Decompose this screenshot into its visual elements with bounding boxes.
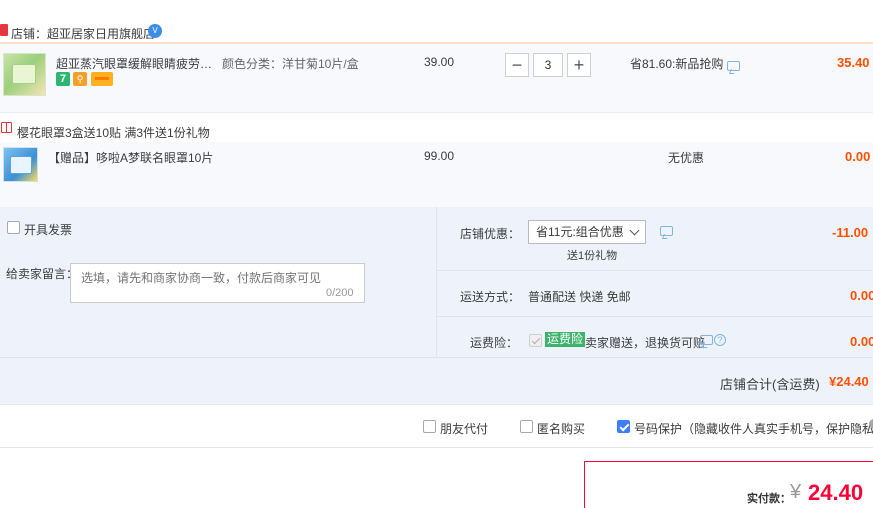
- gift-icon: [1, 122, 12, 133]
- currency-symbol: ¥: [790, 481, 802, 503]
- row-divider: [0, 112, 873, 113]
- insurance-label: 运费险：: [470, 336, 519, 350]
- store-icon: [0, 24, 8, 36]
- number-protect-checkbox[interactable]: [617, 420, 630, 433]
- insurance-desc: 卖家赠送，退换货可赔: [585, 336, 706, 350]
- invoice-label[interactable]: 开具发票: [24, 221, 72, 238]
- friend-pay-label[interactable]: 朋友代付: [440, 420, 488, 437]
- store-header: 店铺：超亚居家日用旗舰店: [11, 25, 155, 42]
- gift-promo-text: 樱花眼罩3盒送10贴 满3件送1份礼物: [17, 126, 210, 140]
- store-discount-label: 店铺优惠：: [460, 227, 521, 241]
- discount-info-icon[interactable]: [660, 226, 673, 236]
- chevron-down-icon: [629, 225, 640, 236]
- insurance-checkbox: [529, 334, 542, 347]
- discount-gift-text: 送1份礼物: [567, 250, 618, 262]
- row-divider: [437, 270, 873, 271]
- item-subtotal: 35.40: [837, 55, 870, 70]
- shield-icon: ⚲: [73, 72, 87, 86]
- message-label: 给卖家留言：: [6, 267, 79, 281]
- store-discount-select[interactable]: 省11元:组合优惠: [528, 220, 646, 244]
- gift-promotion: 无优惠: [668, 151, 705, 165]
- number-protect-label[interactable]: 号码保护（隐藏收件人真实手机号，保护隐私）: [634, 420, 873, 437]
- help-icon[interactable]: ?: [714, 334, 726, 346]
- quantity-input[interactable]: [533, 53, 563, 77]
- row-divider: [0, 357, 873, 358]
- shipping-method: 普通配送 快递 免邮: [528, 290, 631, 304]
- store-discount-selected: 省11元:组合优惠: [536, 225, 624, 239]
- quantity-decrease-button[interactable]: −: [505, 53, 529, 77]
- gift-thumbnail[interactable]: [3, 147, 38, 182]
- section-divider: [0, 447, 873, 448]
- promo-info-icon[interactable]: [727, 61, 740, 71]
- payment-label: 实付款：: [747, 493, 791, 505]
- insurance-tag: 运费险: [545, 332, 586, 347]
- gift-subtotal: 0.00: [845, 149, 871, 164]
- credit-card-icon: [91, 72, 113, 86]
- invoice-checkbox[interactable]: [7, 221, 20, 234]
- product-title[interactable]: 超亚蒸汽眼罩缓解眼睛疲劳热敷...: [56, 55, 218, 72]
- store-vip-badge-icon: V: [148, 24, 162, 38]
- store-total-label: 店铺合计(含运费): [720, 377, 820, 392]
- message-char-count: 0/200: [326, 287, 354, 299]
- gift-title[interactable]: 【赠品】哆啦A梦联名眼罩10片: [48, 149, 213, 166]
- message-input[interactable]: [70, 263, 365, 303]
- product-thumbnail[interactable]: [3, 53, 46, 96]
- section-divider: [0, 404, 873, 405]
- info-icon[interactable]: [869, 419, 873, 429]
- shipping-amount: 0.00: [850, 288, 873, 303]
- store-total-amount: ¥24.40: [829, 374, 869, 389]
- friend-pay-checkbox[interactable]: [423, 420, 436, 433]
- gift-unit-price: 99.00: [424, 149, 455, 163]
- store-name[interactable]: 超亚居家日用旗舰店: [47, 27, 155, 41]
- insurance-info-icon[interactable]: [700, 335, 713, 345]
- payment-amount: 24.40: [808, 480, 864, 505]
- store-label: 店铺：: [11, 27, 48, 41]
- anonymous-label[interactable]: 匿名购买: [537, 420, 585, 437]
- anonymous-checkbox[interactable]: [520, 420, 533, 433]
- quantity-increase-button[interactable]: +: [567, 53, 591, 77]
- product-unit-price: 39.00: [424, 55, 455, 69]
- shipping-label: 运送方式：: [460, 290, 521, 304]
- product-sku: 颜色分类：洋甘菊10片/盒: [222, 57, 359, 71]
- item-promotion: 省81.60:新品抢购: [630, 57, 724, 71]
- insurance-amount: 0.00: [850, 334, 873, 349]
- store-discount-amount: -11.00: [832, 225, 869, 240]
- row-divider: [437, 316, 873, 317]
- seven-day-return-icon: 7: [56, 72, 70, 86]
